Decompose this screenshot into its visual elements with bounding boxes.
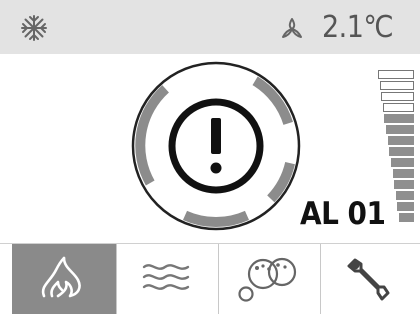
wrench-icon xyxy=(347,258,390,301)
airflow-waves-icon xyxy=(142,264,190,290)
snowflake-icon xyxy=(21,15,47,41)
level-segment xyxy=(386,125,414,134)
level-segment xyxy=(389,147,414,156)
temperature-readout: 2.1℃ xyxy=(322,10,394,45)
bottom-nav xyxy=(0,243,420,314)
dial-segment-top-right xyxy=(252,76,293,126)
level-meter xyxy=(378,70,414,226)
dial-segment-right xyxy=(267,161,295,203)
level-segment xyxy=(383,103,414,112)
level-segment xyxy=(378,70,414,79)
alarm-code: AL 01 xyxy=(300,196,386,232)
level-segment xyxy=(397,202,414,211)
level-segment xyxy=(380,81,414,90)
dial-segment-bottom xyxy=(182,210,250,227)
fan-icon xyxy=(282,18,302,38)
level-segment xyxy=(384,114,414,123)
level-segment xyxy=(388,136,414,145)
tab-defrost[interactable] xyxy=(12,244,117,314)
tab-service[interactable] xyxy=(321,244,420,314)
level-segment xyxy=(396,191,414,200)
level-segment xyxy=(393,169,414,178)
tab-airflow[interactable] xyxy=(117,244,219,314)
status-bar: 2.1℃ xyxy=(0,0,420,54)
level-segment xyxy=(391,158,414,167)
bubbles-icon xyxy=(238,257,297,302)
level-segment xyxy=(394,180,414,189)
defrost-flame-icon xyxy=(41,256,81,298)
exclamation-circle-icon xyxy=(168,98,264,194)
tab-bubbles[interactable] xyxy=(219,244,321,314)
level-segment xyxy=(399,213,414,222)
alarm-dial xyxy=(131,61,301,231)
level-segment xyxy=(381,92,414,101)
